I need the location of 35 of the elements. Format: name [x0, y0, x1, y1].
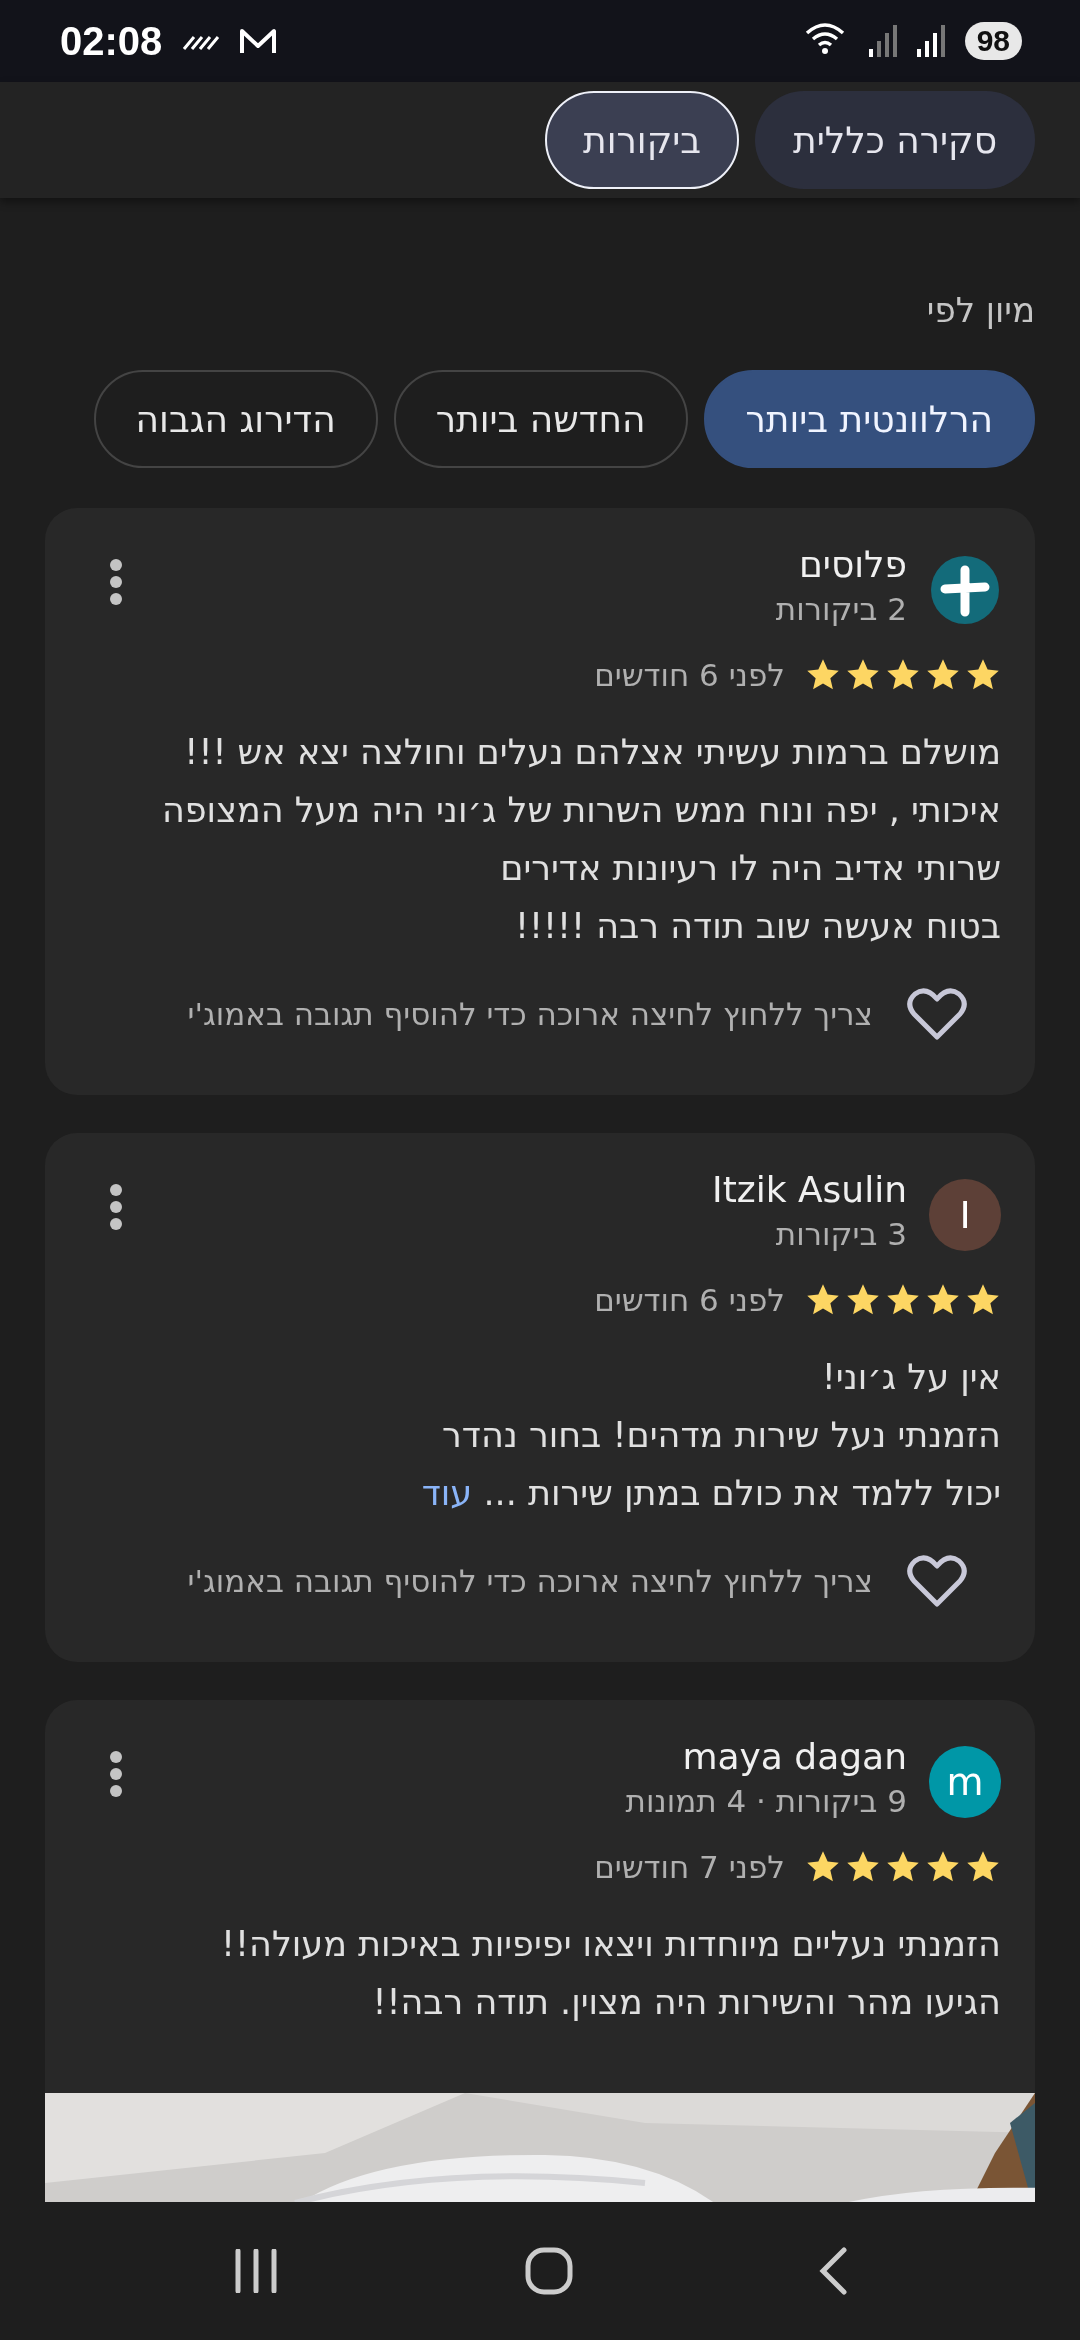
sort-chip[interactable]: הדירוג הגבוה [93, 370, 378, 468]
reviewer-name[interactable]: Itzik Asulin [712, 1169, 907, 1210]
reaction-hint: צריך ללחוץ לחיצה ארוכה כדי להוסיף תגובה באמוג'י [187, 1563, 873, 1599]
tab[interactable]: ביקורות [545, 91, 740, 189]
reviewer-stats: 2 ביקורות [775, 591, 907, 627]
signal-icon [916, 23, 947, 59]
reviewer-stats: 9 ביקורות · 4 תמונות [625, 1783, 907, 1819]
sort-chip[interactable]: החדשה ביותר [393, 370, 688, 468]
review-text: אין על ג׳וני! הזמנתי נעל שירות מדהים! בחור נהדר יכול ללמד את כולם במתן שירות ... עוד [421, 1356, 1001, 1515]
avatar: I [929, 1179, 1001, 1251]
reaction-hint: צריך ללחוץ לחיצה ארוכה כדי להוסיף תגובה באמוג'י [187, 996, 873, 1032]
signal-icon [868, 23, 899, 59]
review-text: הזמנתי נעליים מיוחדות ויצאו יפיפיות באיכות מעולה!! הגיעו מהר והשירות היה מצוין. תודה רבה!! [220, 1923, 1001, 2024]
tab[interactable]: סקירה כללית [755, 91, 1035, 189]
reviewer-name[interactable]: maya dagan [682, 1736, 907, 1777]
sort-chip[interactable]: הרלוונטית ביותר [703, 370, 1035, 468]
more-options-icon[interactable] [109, 558, 123, 606]
clock: 02:08 [60, 18, 163, 64]
home-icon[interactable] [525, 2247, 573, 2295]
reviewer-name[interactable]: פלוסים [798, 544, 907, 585]
review-date: לפני 6 חודשים [594, 657, 785, 693]
heart-icon[interactable] [907, 1554, 967, 1608]
heart-icon[interactable] [907, 987, 967, 1041]
sort-label: מיון לפי [926, 290, 1035, 330]
mail-icon [238, 26, 279, 56]
reviewer-stats: 3 ביקורות [775, 1216, 907, 1252]
more-options-icon[interactable] [109, 1750, 123, 1798]
more-link[interactable]: עוד [421, 1473, 473, 1513]
review-date: לפני 6 חודשים [594, 1282, 785, 1318]
review-text: מושלם ברמות עשיתי אצלהם נעלים וחולצה יצא אש !!! איכותי , יפה ונוח ממש השרות של ג׳וני היה מעל המצופה שרותי אדיב היה לו רעיונות אדירים בטוח אעשה שוב תודה רבה !!!!! [161, 731, 1001, 948]
back-icon[interactable] [817, 2247, 848, 2295]
avatar: m [929, 1746, 1001, 1818]
review-date: לפני 7 חודשים [594, 1849, 785, 1885]
battery-level: 98 [964, 22, 1022, 60]
more-options-icon[interactable] [109, 1183, 123, 1231]
